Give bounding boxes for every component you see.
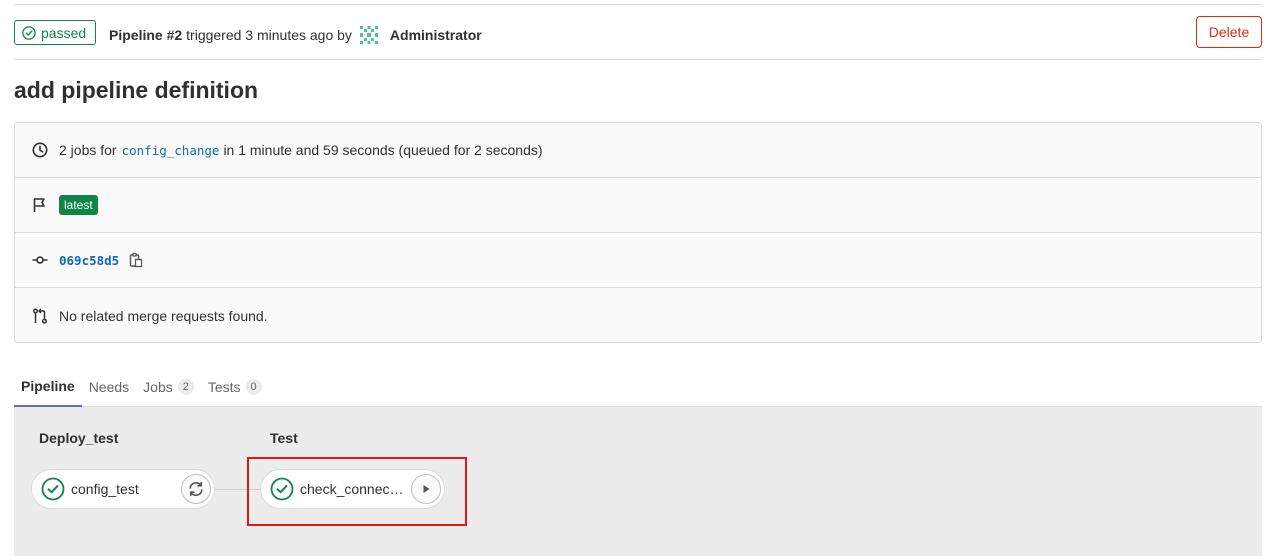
user-avatar[interactable] [357, 24, 380, 46]
job-config-test[interactable]: config_test [31, 469, 215, 509]
commit-row: 069c58d5 [15, 233, 1261, 288]
tab-needs[interactable]: Needs [82, 366, 136, 407]
duration-text: in 1 minute and 59 seconds (queued for 2… [223, 142, 543, 158]
identicon-icon [357, 24, 380, 46]
check-circle-icon [270, 477, 294, 501]
pipeline-graph: Deploy_test Test config_test check_conne… [14, 407, 1262, 556]
clock-icon [31, 141, 49, 159]
header-divider [14, 4, 1262, 5]
play-icon [423, 485, 430, 493]
tab-pipeline[interactable]: Pipeline [14, 366, 82, 407]
stage-title-deploy-test: Deploy_test [39, 430, 119, 446]
commit-sha-link[interactable]: 069c58d5 [59, 253, 119, 268]
delete-button[interactable]: Delete [1196, 16, 1262, 48]
retry-icon [189, 481, 203, 497]
merge-requests-text: No related merge requests found. [59, 307, 268, 324]
job-name: check_connec… [300, 481, 404, 497]
job-check-connection[interactable]: check_connec… [260, 469, 445, 509]
retry-job-button[interactable] [181, 474, 211, 504]
check-circle-icon [41, 477, 65, 501]
tests-count-badge: 0 [245, 378, 262, 395]
pipeline-tabs: Pipeline Needs Jobs 2 Tests 0 [14, 366, 1262, 407]
tab-jobs-label: Jobs [143, 378, 173, 395]
flag-icon [31, 196, 49, 214]
tab-jobs[interactable]: Jobs 2 [136, 366, 201, 407]
jobs-count-text: 2 jobs for [59, 142, 117, 158]
pipeline-info-box: 2 jobs for config_change in 1 minute and… [14, 122, 1262, 343]
stage-title-test: Test [270, 430, 298, 446]
tab-tests-label: Tests [207, 378, 241, 395]
header-bottom-divider [14, 59, 1262, 60]
merge-requests-row: No related merge requests found. [15, 288, 1261, 343]
status-label: passed [41, 24, 87, 41]
pipeline-number: Pipeline #2 [109, 27, 183, 43]
user-name[interactable]: Administrator [390, 27, 482, 43]
badges-row: latest [15, 178, 1261, 233]
check-circle-icon [22, 25, 36, 40]
commit-icon [31, 251, 49, 269]
tab-pipeline-label: Pipeline [21, 377, 75, 394]
pipeline-status-badge[interactable]: passed [14, 20, 97, 45]
page-title: add pipeline definition [14, 77, 259, 103]
branch-link[interactable]: config_change [122, 143, 220, 158]
merge-request-icon [31, 307, 49, 325]
play-job-button[interactable] [411, 474, 441, 504]
pipeline-header-info: Pipeline #2 triggered 3 minutes ago by A… [109, 24, 482, 46]
latest-badge: latest [59, 195, 98, 215]
jobs-duration-row: 2 jobs for config_change in 1 minute and… [15, 123, 1261, 178]
jobs-count-badge: 2 [177, 378, 194, 395]
tab-needs-label: Needs [88, 378, 130, 395]
job-name: config_test [71, 481, 139, 497]
tab-tests[interactable]: Tests 0 [201, 366, 269, 407]
copy-icon[interactable] [129, 252, 143, 268]
triggered-text: triggered 3 minutes ago by [186, 27, 352, 43]
